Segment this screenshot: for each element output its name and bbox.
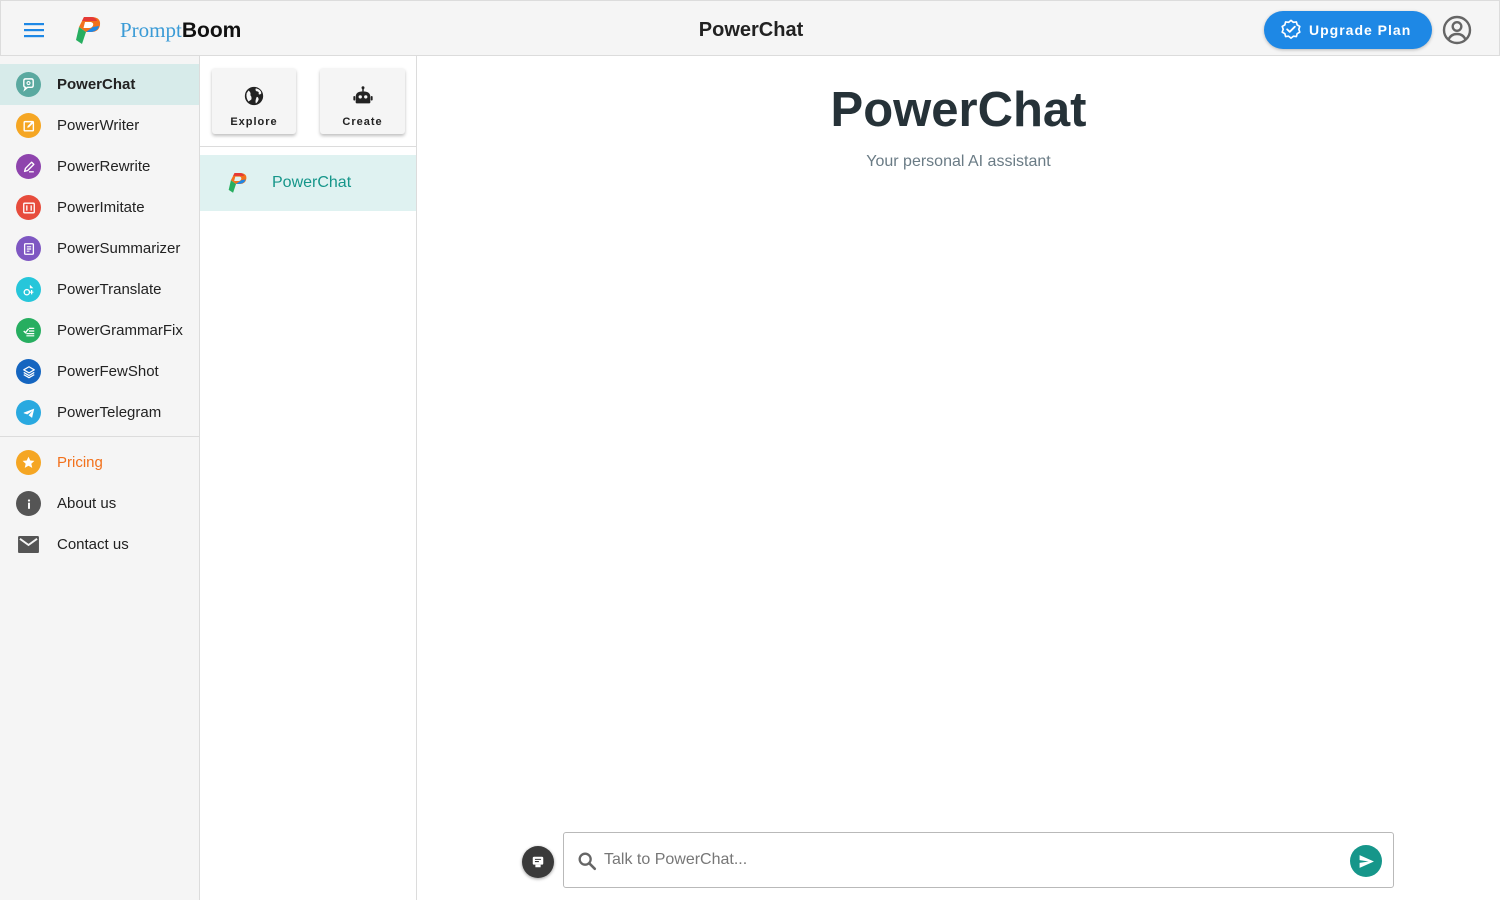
prompt-library-icon	[532, 856, 544, 868]
sidebar-item-label: PowerRewrite	[57, 158, 151, 175]
create-button[interactable]: Create	[320, 68, 405, 134]
search-icon	[578, 852, 597, 871]
explore-label: Explore	[230, 116, 278, 128]
globe-icon	[244, 86, 264, 106]
imitate-icon	[16, 195, 41, 220]
account-circle-icon[interactable]	[1441, 14, 1473, 46]
sidebar-item-label: PowerSummarizer	[57, 240, 181, 257]
sidebar-item-powergrammarfix[interactable]: PowerGrammarFix	[0, 310, 199, 351]
sidebar-item-label: PowerGrammarFix	[57, 322, 183, 339]
explore-button[interactable]: Explore	[212, 68, 296, 134]
translate-icon	[16, 277, 41, 302]
telegram-icon	[16, 400, 41, 425]
bot-item-powerchat[interactable]: PowerChat	[200, 155, 416, 211]
brand-name[interactable]: PromptBoom	[120, 18, 241, 43]
top-app-bar: PromptBoom PowerChat Upgrade Plan	[0, 0, 1500, 56]
info-icon	[16, 491, 41, 516]
sidebar-item-powerwriter[interactable]: PowerWriter	[0, 105, 199, 146]
checklist-icon	[16, 318, 41, 343]
document-icon	[16, 236, 41, 261]
robot-icon	[352, 86, 373, 104]
sidebar-item-label: Pricing	[57, 454, 103, 471]
chat-input-box	[563, 832, 1394, 888]
chat-bubble-icon	[16, 72, 41, 97]
panel-divider	[200, 146, 416, 147]
create-label: Create	[342, 116, 383, 128]
brand-part1: Prompt	[120, 18, 182, 42]
sidebar-item-powerfewshot[interactable]: PowerFewShot	[0, 351, 199, 392]
chat-subtitle: Your personal AI assistant	[866, 153, 1051, 170]
send-button[interactable]	[1350, 845, 1382, 877]
promptboom-logo-icon	[228, 172, 247, 193]
mail-icon	[16, 532, 41, 557]
sidebar-item-about-us[interactable]: About us	[0, 483, 199, 524]
sidebar-item-pricing[interactable]: Pricing	[0, 442, 199, 483]
sidebar-divider	[0, 436, 199, 437]
chat-main-area: PowerChat Your personal AI assistant	[417, 56, 1500, 900]
sidebar-item-powerchat[interactable]: PowerChat	[0, 64, 199, 105]
upgrade-plan-button[interactable]: Upgrade Plan	[1264, 11, 1432, 49]
edit-square-icon	[16, 113, 41, 138]
app-sidebar: PowerChat PowerWriter PowerRewrite Power…	[0, 56, 200, 900]
sidebar-item-label: PowerChat	[57, 76, 136, 93]
sidebar-item-label: PowerFewShot	[57, 363, 159, 380]
layers-icon	[16, 359, 41, 384]
sidebar-item-powerimitate[interactable]: PowerImitate	[0, 187, 199, 228]
sidebar-item-label: About us	[57, 495, 117, 512]
bot-panel: Explore Create PowerChat	[200, 56, 417, 900]
sidebar-item-powertelegram[interactable]: PowerTelegram	[0, 392, 199, 433]
sidebar-item-label: PowerImitate	[57, 199, 145, 216]
verified-badge-icon	[1281, 19, 1301, 39]
chat-title: PowerChat	[830, 83, 1087, 137]
sidebar-item-powerrewrite[interactable]: PowerRewrite	[0, 146, 199, 187]
send-icon	[1359, 854, 1374, 868]
prompt-library-button[interactable]	[522, 846, 554, 878]
sidebar-item-powertranslate[interactable]: PowerTranslate	[0, 269, 199, 310]
sidebar-item-label: PowerTranslate	[57, 281, 162, 298]
promptboom-logo-icon[interactable]	[71, 13, 105, 47]
sidebar-item-contact-us[interactable]: Contact us	[0, 524, 199, 565]
star-icon	[16, 450, 41, 475]
pen-icon	[16, 154, 41, 179]
upgrade-plan-label: Upgrade Plan	[1309, 22, 1412, 38]
sidebar-item-label: Contact us	[57, 536, 129, 553]
chat-input[interactable]	[604, 843, 1344, 877]
sidebar-item-label: PowerWriter	[57, 117, 140, 134]
brand-part2: Boom	[181, 19, 242, 42]
hamburger-menu-icon[interactable]	[22, 18, 46, 42]
app-nav-list: PowerChat PowerWriter PowerRewrite Power…	[0, 64, 199, 433]
sidebar-item-powersummarizer[interactable]: PowerSummarizer	[0, 228, 199, 269]
secondary-nav-list: Pricing About us Contact us	[0, 442, 199, 565]
sidebar-item-label: PowerTelegram	[57, 404, 162, 421]
bot-name: PowerChat	[272, 174, 352, 191]
